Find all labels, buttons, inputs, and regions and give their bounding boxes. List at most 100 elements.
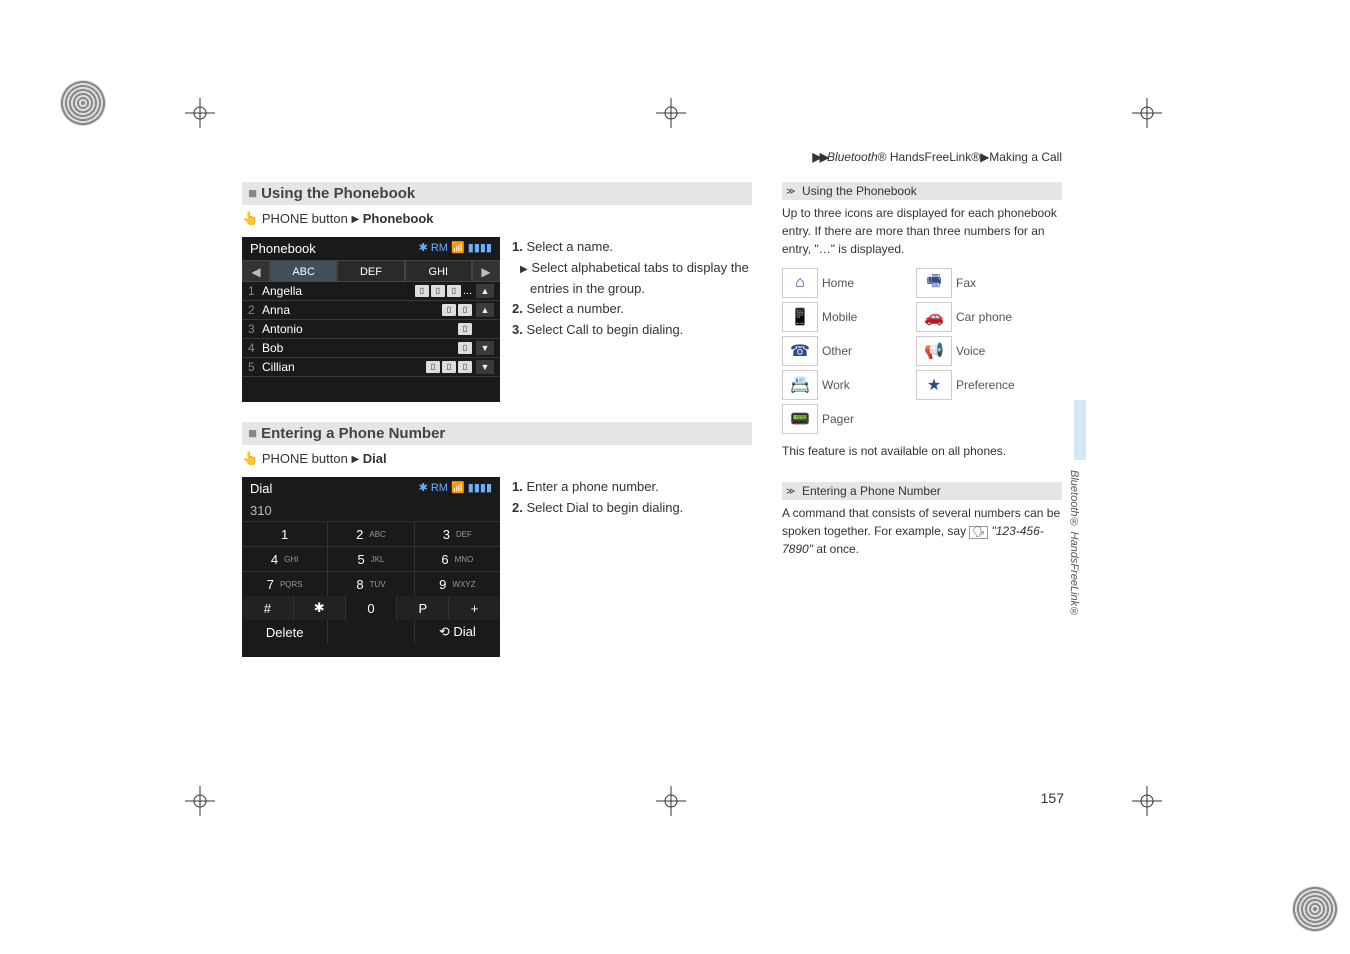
sidebar-heading-text: Entering a Phone Number — [802, 484, 941, 498]
alpha-tab-row: ◀ ABC DEF GHI ▶ — [242, 260, 500, 282]
key-hash[interactable]: # — [242, 596, 293, 620]
tab-ghi[interactable]: GHI — [405, 260, 472, 282]
phone-type-icon: ▯ — [447, 285, 461, 297]
key-p[interactable]: P — [397, 596, 448, 620]
voice-icon: 📢 — [916, 336, 952, 366]
icon-label: Fax — [956, 268, 1046, 298]
dial-instructions: 1. Enter a phone number.2. Select Dial t… — [512, 477, 752, 657]
icon-label: Other — [822, 336, 912, 366]
target-tl — [60, 80, 106, 126]
keypad-key-8[interactable]: 8TUV — [328, 572, 413, 596]
keypad-key-6[interactable]: 6MNO — [415, 547, 500, 571]
pager-icon: 📟 — [782, 404, 818, 434]
sidebar-heading-phonebook: ≫ Using the Phonebook — [782, 182, 1062, 200]
keypad-key-1[interactable]: 1 — [242, 522, 327, 546]
preference-icon: ★ — [916, 370, 952, 400]
touch-icon: 👆 — [242, 211, 258, 226]
tab-abc[interactable]: ABC — [270, 260, 337, 282]
phonebook-instructions: 1. Select a name.▶ Select alphabetical t… — [512, 237, 752, 402]
phonebook-row[interactable]: 5Cillian▯▯▯▼ — [242, 358, 500, 377]
instruction-step: 2. Select a number. — [512, 299, 752, 320]
delete-button[interactable]: Delete — [242, 620, 327, 644]
car-phone-icon: 🚗 — [916, 302, 952, 332]
vertical-section-label: Bluetooth® HandsFreeLink® — [1068, 470, 1080, 618]
sidebar-heading-dial: ≫ Entering a Phone Number — [782, 482, 1062, 500]
keypad-key-9[interactable]: 9WXYZ — [415, 572, 500, 596]
nav-prefix: PHONE button — [262, 451, 348, 466]
section-heading-phonebook: ■Using the Phonebook — [242, 182, 752, 205]
tab-next-button[interactable]: ▶ — [472, 260, 500, 282]
touch-icon: 👆 — [242, 451, 258, 466]
cropmark — [656, 98, 686, 128]
nav-path-phonebook: 👆 PHONE button ▶ Phonebook — [242, 211, 752, 227]
tab-prev-button[interactable]: ◀ — [242, 260, 270, 282]
dial-input[interactable]: 310 — [242, 500, 500, 522]
cropmark — [185, 786, 215, 816]
instruction-step: 1. Enter a phone number. — [512, 477, 752, 498]
scroll-arrow-icon[interactable]: ▼ — [476, 360, 494, 374]
sidebar-footnote: This feature is not available on all pho… — [782, 444, 1062, 458]
sshot-status: ✱ RM 📶 ▮▮▮▮ — [419, 481, 492, 496]
chevron-icon: ≫ — [786, 486, 798, 497]
row-index: 4 — [248, 341, 262, 355]
row-index: 5 — [248, 360, 262, 374]
icon-label: Car phone — [956, 302, 1046, 332]
phonebook-row[interactable]: 1Angella▯▯▯...▲ — [242, 282, 500, 301]
phone-type-icon: ▯ — [458, 342, 472, 354]
key-plus[interactable]: + — [449, 596, 500, 620]
icon-label: Mobile — [822, 302, 912, 332]
icon-label: Pager — [822, 404, 912, 434]
key-star[interactable]: ✱ — [294, 596, 345, 620]
section-heading-dial: ■Entering a Phone Number — [242, 422, 752, 445]
phone-type-icon: ▯ — [442, 361, 456, 373]
keypad-key-4[interactable]: 4GHI — [242, 547, 327, 571]
text-post: at once. — [816, 542, 859, 556]
keypad-key-5[interactable]: 5JKL — [328, 547, 413, 571]
cropmark — [656, 786, 686, 816]
scroll-arrow-icon[interactable]: ▲ — [476, 284, 494, 298]
target-br — [1292, 886, 1338, 932]
mobile-icon: 📱 — [782, 302, 818, 332]
key-0[interactable]: 0 — [346, 596, 397, 620]
phonebook-row[interactable]: 4Bob▯▼ — [242, 339, 500, 358]
cropmark — [185, 98, 215, 128]
chevron-icon: ≫ — [786, 186, 798, 197]
dial-screenshot: Dial ✱ RM 📶 ▮▮▮▮ 310 12ABC3DEF 4GHI5JKL6M… — [242, 477, 500, 657]
phone-type-icon: ▯ — [431, 285, 445, 297]
keypad-key-7[interactable]: 7PQRS — [242, 572, 327, 596]
phone-type-icon: ▯ — [458, 323, 472, 335]
sshot-title: Dial — [250, 481, 272, 496]
phonebook-screenshot: Phonebook ✱ RM 📶 ▮▮▮▮ ◀ ABC DEF GHI ▶ 1A… — [242, 237, 500, 402]
phonebook-row[interactable]: 3Antonio▯. — [242, 320, 500, 339]
voice-command-icon: 🗣 — [969, 526, 988, 539]
breadcrumb-part2: Making a Call — [989, 150, 1062, 164]
other-icon: ☎ — [782, 336, 818, 366]
scroll-arrow-icon[interactable]: ▲ — [476, 303, 494, 317]
icon-label: Work — [822, 370, 912, 400]
sub-triangle-icon: ▶ — [520, 264, 528, 275]
dial-button[interactable]: ⟲ Dial — [415, 620, 500, 644]
icon-label: Home — [822, 268, 912, 298]
ellipsis: ... — [463, 285, 472, 297]
row-index: 1 — [248, 284, 262, 298]
sshot-title: Phonebook — [250, 241, 316, 256]
keypad-key-2[interactable]: 2ABC — [328, 522, 413, 546]
scroll-arrow-icon[interactable]: ▼ — [476, 341, 494, 355]
breadcrumb: ▶▶Bluetooth® HandsFreeLink®▶Making a Cal… — [242, 150, 1072, 164]
side-tab — [1074, 400, 1086, 460]
sidebar-text-phonebook: Up to three icons are displayed for each… — [782, 204, 1062, 258]
phone-type-icon: ▯ — [458, 361, 472, 373]
instruction-step: ▶ Select alphabetical tabs to display th… — [512, 258, 752, 300]
row-index: 3 — [248, 322, 262, 336]
square-bullet-icon: ■ — [248, 425, 257, 442]
nav-path-dial: 👆 PHONE button ▶ Dial — [242, 451, 752, 467]
nav-bold: Dial — [363, 451, 387, 466]
keypad-key-3[interactable]: 3DEF — [415, 522, 500, 546]
heading-text: Entering a Phone Number — [261, 425, 445, 442]
phonebook-row[interactable]: 2Anna▯▯▲ — [242, 301, 500, 320]
contact-name: Antonio — [262, 322, 458, 336]
contact-name: Cillian — [262, 360, 426, 374]
nav-triangle-icon: ▶ — [351, 454, 359, 465]
tab-def[interactable]: DEF — [337, 260, 404, 282]
instruction-step: 1. Select a name. — [512, 237, 752, 258]
